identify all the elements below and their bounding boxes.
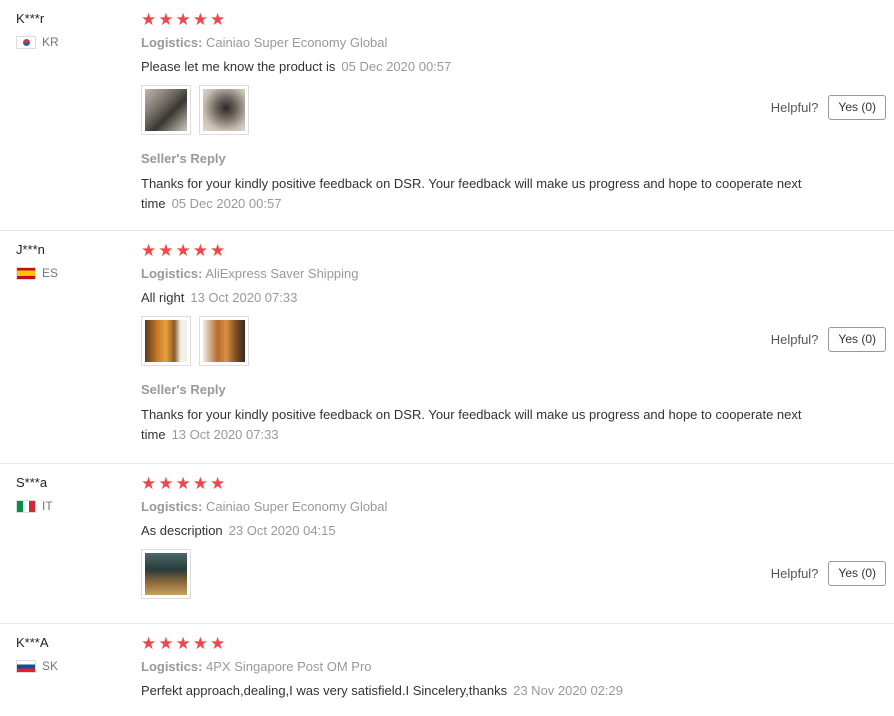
logistics-info: Logistics: AliExpress Saver Shipping: [141, 265, 894, 283]
reviewer-name: K***r: [16, 11, 45, 26]
country-code: IT: [42, 499, 53, 513]
country-code: KR: [42, 35, 59, 49]
reviewer-country: IT: [16, 499, 53, 513]
helpful-label: Helpful?: [770, 332, 819, 347]
star-rating: ★★★★★: [141, 10, 228, 29]
review-item: K***r KR ★★★★★ Logistics: Cainiao Super …: [0, 0, 894, 231]
review-body: All right: [141, 290, 185, 305]
kr-flag-icon: [16, 35, 36, 49]
logistics-label: Logistics:: [141, 659, 203, 674]
seller-reply-label: Seller's Reply: [141, 151, 226, 166]
logistics-label: Logistics:: [141, 499, 203, 514]
es-flag-icon: [16, 266, 36, 280]
logistics-value: Cainiao Super Economy Global: [206, 499, 388, 514]
logistics-info: Logistics: Cainiao Super Economy Global: [141, 498, 894, 516]
logistics-info: Logistics: 4PX Singapore Post OM Pro: [141, 658, 894, 676]
reviewer-name: S***a: [16, 475, 48, 490]
review-body: As description: [141, 523, 223, 538]
seller-reply-time: 05 Dec 2020 00:57: [171, 196, 282, 211]
reviewer-country: SK: [16, 659, 58, 673]
review-time: 13 Oct 2020 07:33: [190, 290, 298, 305]
review-text: Please let me know the product is 05 Dec …: [141, 58, 894, 76]
review-body: Perfekt approach,dealing,I was very sati…: [141, 683, 508, 698]
review-photo[interactable]: [199, 316, 249, 366]
logistics-value: 4PX Singapore Post OM Pro: [206, 659, 372, 674]
review-text: All right 13 Oct 2020 07:33: [141, 289, 894, 307]
review-time: 23 Nov 2020 02:29: [513, 683, 623, 698]
helpful-label: Helpful?: [770, 100, 819, 115]
logistics-info: Logistics: Cainiao Super Economy Global: [141, 34, 894, 52]
review-time: 23 Oct 2020 04:15: [228, 523, 336, 538]
reviewer-info: K***A SK: [16, 635, 58, 673]
helpful-yes-button[interactable]: Yes (0): [828, 95, 886, 120]
review-photo[interactable]: [199, 85, 249, 135]
reviewer-country: KR: [16, 35, 59, 49]
review-item: K***A SK ★★★★★ Logistics: 4PX Singapore …: [0, 624, 894, 716]
reviewer-info: J***n ES: [16, 242, 58, 280]
review-photo[interactable]: [141, 316, 191, 366]
reviewer-info: S***a IT: [16, 475, 53, 513]
country-code: ES: [42, 266, 59, 280]
logistics-label: Logistics:: [141, 35, 203, 50]
sk-flag-icon: [16, 659, 36, 673]
review-item: S***a IT ★★★★★ Logistics: Cainiao Super …: [0, 464, 894, 624]
star-rating: ★★★★★: [141, 241, 228, 260]
reviewer-name: K***A: [16, 635, 49, 650]
helpful-yes-button[interactable]: Yes (0): [828, 327, 886, 352]
reviewer-name: J***n: [16, 242, 45, 257]
review-content: ★★★★★ Logistics: 4PX Singapore Post OM P…: [141, 634, 894, 700]
review-text: As description 23 Oct 2020 04:15: [141, 522, 894, 540]
helpful-section: Helpful? Yes (0): [771, 561, 886, 586]
logistics-value: AliExpress Saver Shipping: [205, 266, 359, 281]
review-text: Perfekt approach,dealing,I was very sati…: [141, 682, 894, 700]
helpful-label: Helpful?: [770, 566, 819, 581]
logistics-value: Cainiao Super Economy Global: [206, 35, 388, 50]
country-code: SK: [42, 659, 59, 673]
star-rating: ★★★★★: [141, 474, 228, 493]
helpful-section: Helpful? Yes (0): [771, 327, 886, 352]
star-rating: ★★★★★: [141, 634, 228, 653]
review-item: J***n ES ★★★★★ Logistics: AliExpress Sav…: [0, 231, 894, 464]
seller-reply-text: Thanks for your kindly positive feedback…: [141, 174, 821, 214]
seller-reply-text: Thanks for your kindly positive feedback…: [141, 405, 821, 445]
helpful-yes-button[interactable]: Yes (0): [828, 561, 886, 586]
logistics-label: Logistics:: [141, 266, 203, 281]
review-photo[interactable]: [141, 549, 191, 599]
reviewer-country: ES: [16, 266, 58, 280]
it-flag-icon: [16, 499, 36, 513]
review-photo[interactable]: [141, 85, 191, 135]
seller-reply-label: Seller's Reply: [141, 382, 226, 397]
review-body: Please let me know the product is: [141, 59, 336, 74]
review-time: 05 Dec 2020 00:57: [341, 59, 452, 74]
helpful-section: Helpful? Yes (0): [771, 95, 886, 120]
reviewer-info: K***r KR: [16, 11, 59, 49]
seller-reply-time: 13 Oct 2020 07:33: [171, 427, 279, 442]
